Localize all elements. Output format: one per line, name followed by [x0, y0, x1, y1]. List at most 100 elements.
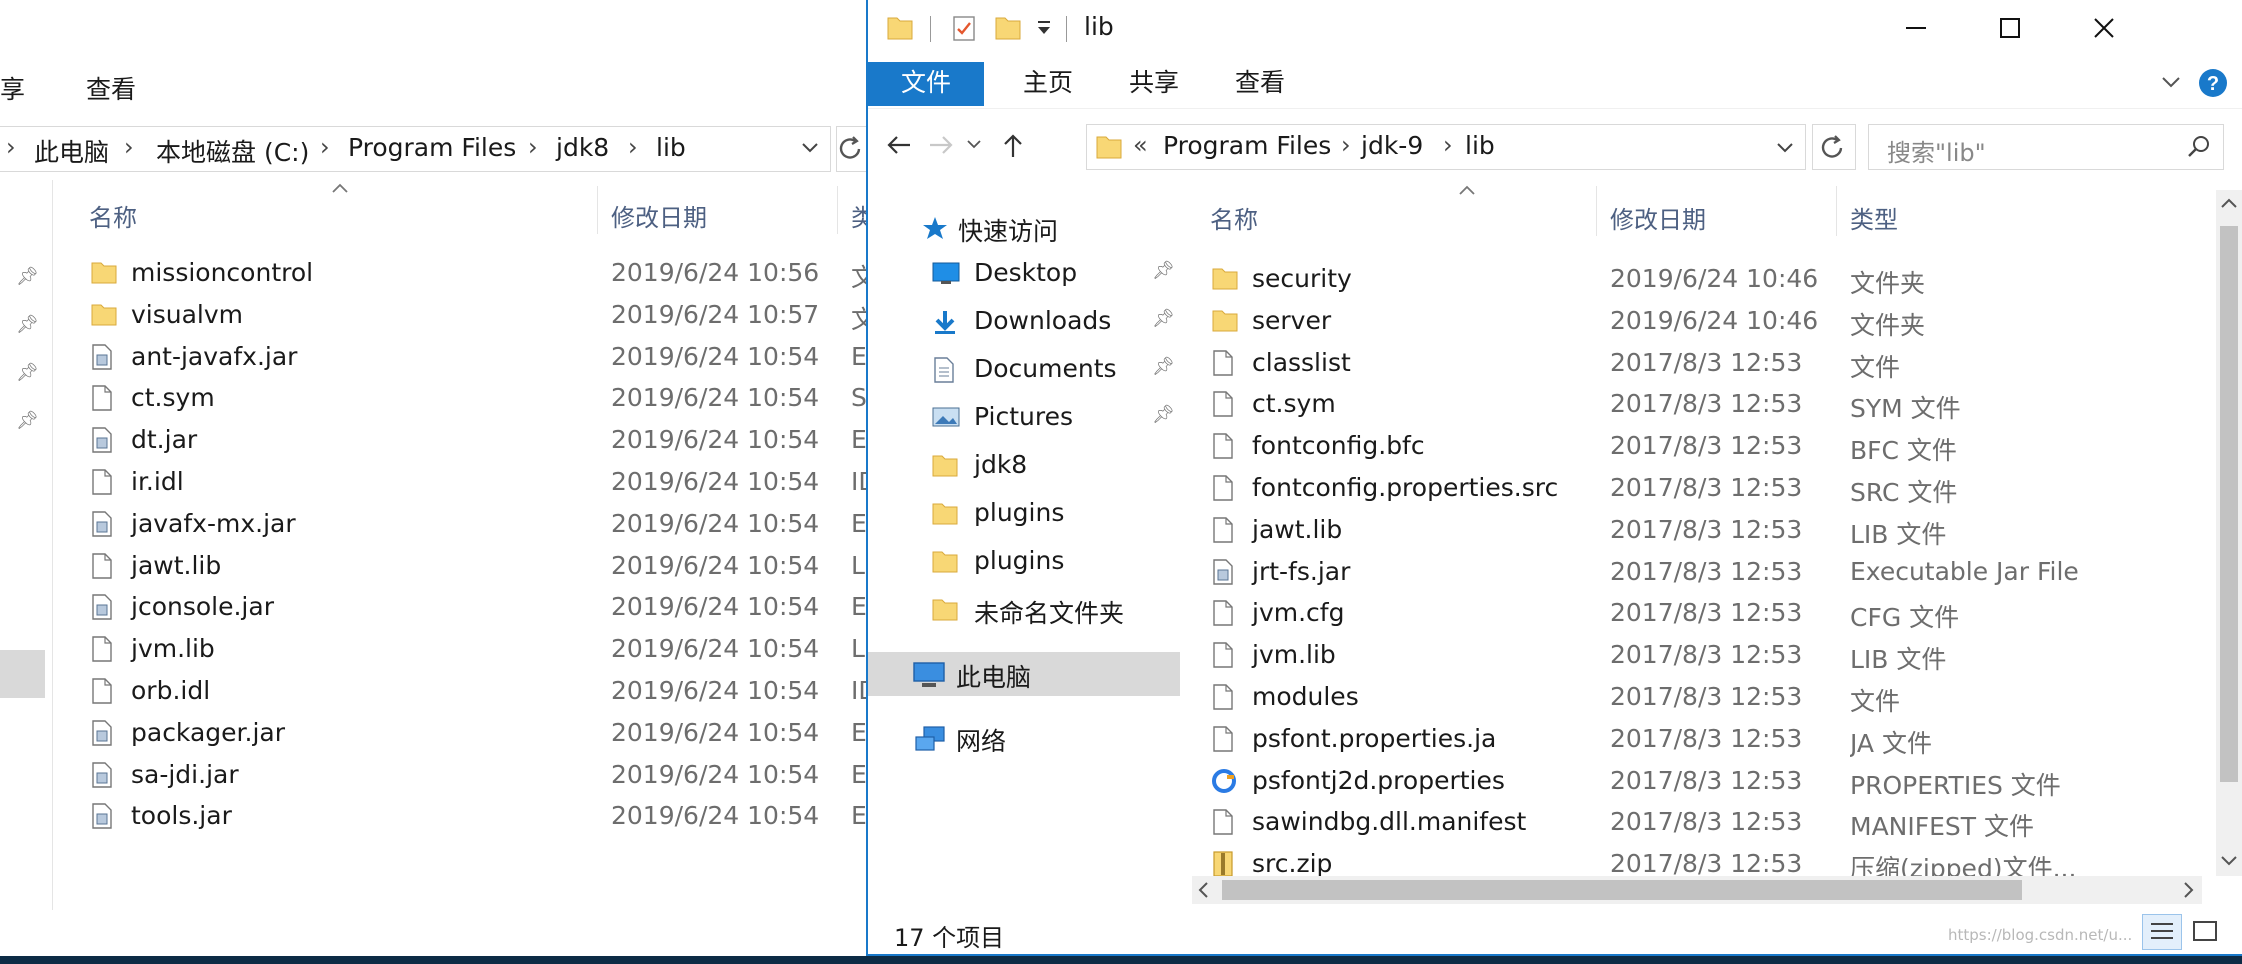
breadcrumb-item[interactable]: Program Files [348, 133, 516, 162]
breadcrumb-item[interactable]: lib [1465, 131, 1495, 160]
nav-selected-item[interactable] [0, 650, 45, 698]
scroll-thumb[interactable] [2220, 226, 2238, 782]
expand-ribbon-icon[interactable] [2160, 74, 2182, 90]
search-input[interactable]: 搜索"lib" [1868, 124, 2224, 170]
column-header-type[interactable]: 类型 [1850, 200, 1898, 235]
file-row[interactable]: security 2019/6/24 10:46 文件夹 [1188, 258, 2198, 300]
file-row[interactable]: jawt.lib 2017/8/3 12:53 LIB 文件 [1188, 509, 2198, 551]
file-row[interactable]: jvm.lib 2019/6/24 10:54 L [53, 628, 869, 670]
search-icon[interactable] [2187, 135, 2211, 159]
tab-home[interactable]: 主页 [1008, 62, 1088, 106]
up-button[interactable] [998, 130, 1028, 160]
back-button[interactable] [884, 130, 914, 160]
file-row[interactable]: ct.sym 2017/8/3 12:53 SYM 文件 [1188, 383, 2198, 425]
column-header-name[interactable]: 名称 [1210, 200, 1258, 235]
file-row[interactable]: jconsole.jar 2019/6/24 10:54 E [53, 586, 869, 628]
file-row[interactable]: missioncontrol 2019/6/24 10:56 文 [53, 252, 876, 294]
nav-item[interactable]: plugins [868, 492, 1188, 536]
column-divider[interactable] [1836, 186, 1837, 236]
tab-share[interactable]: 享 [0, 70, 25, 106]
pin-icon[interactable]: 📌︎ [1152, 356, 1175, 377]
new-folder-icon[interactable] [994, 14, 1022, 42]
refresh-button[interactable] [1812, 124, 1856, 170]
tab-view[interactable]: 查看 [1220, 62, 1300, 106]
tab-file[interactable]: 文件 [868, 62, 984, 106]
file-row[interactable]: packager.jar 2019/6/24 10:54 E [53, 712, 869, 754]
vertical-scrollbar[interactable] [2216, 190, 2242, 876]
scroll-left-arrow-icon[interactable] [1196, 881, 1210, 899]
file-row[interactable]: jawt.lib 2019/6/24 10:54 L [53, 545, 869, 587]
breadcrumb-item[interactable]: 此电脑 [34, 133, 109, 169]
nav-item[interactable]: jdk8 [868, 444, 1188, 488]
breadcrumb-item[interactable]: 本地磁盘 (C:) [156, 133, 309, 169]
maximize-button[interactable] [1962, 0, 2058, 56]
scroll-thumb[interactable] [1222, 880, 2022, 900]
address-bar[interactable]: « Program Files › jdk-9 › lib [1086, 124, 1806, 170]
column-header-name[interactable]: 名称 [89, 198, 137, 233]
pin-icon[interactable]: 📌︎ [1152, 260, 1175, 281]
nav-quick-access[interactable]: 快速访问 [868, 206, 1188, 250]
folder-icon[interactable] [886, 14, 914, 42]
scroll-down-arrow-icon[interactable] [2220, 854, 2238, 868]
file-row[interactable]: fontconfig.bfc 2017/8/3 12:53 BFC 文件 [1188, 425, 2198, 467]
breadcrumb-overflow[interactable]: « [1133, 131, 1148, 159]
file-row[interactable]: tools.jar 2019/6/24 10:54 E [53, 795, 869, 837]
details-view-button[interactable] [2142, 914, 2182, 950]
help-icon[interactable]: ? [2198, 68, 2228, 98]
nav-network[interactable]: 网络 [868, 716, 1188, 760]
file-row[interactable]: fontconfig.properties.src 2017/8/3 12:53 S… [1188, 467, 2198, 509]
tab-share[interactable]: 共享 [1114, 62, 1194, 106]
address-bar[interactable]: › 此电脑 › 本地磁盘 (C:) › Program Files › jdk8… [0, 126, 831, 172]
nav-item[interactable]: 未命名文件夹 [868, 588, 1188, 632]
tab-view[interactable]: 查看 [86, 70, 136, 106]
column-divider[interactable] [1596, 186, 1597, 236]
file-row[interactable]: jvm.lib 2017/8/3 12:53 LIB 文件 [1188, 634, 2198, 676]
chevron-down-icon[interactable] [800, 137, 820, 157]
file-row[interactable]: server 2019/6/24 10:46 文件夹 [1188, 300, 2198, 342]
breadcrumb-item[interactable]: Program Files [1163, 131, 1331, 160]
minimize-button[interactable] [1868, 0, 1964, 56]
file-row[interactable]: ct.sym 2019/6/24 10:54 S [53, 377, 869, 419]
nav-item[interactable]: Desktop 📌︎ [868, 252, 1188, 296]
chevron-down-icon[interactable] [1775, 137, 1795, 157]
file-row[interactable]: psfont.properties.ja 2017/8/3 12:53 JA 文件 [1188, 718, 2198, 760]
nav-item[interactable]: Documents 📌︎ [868, 348, 1188, 392]
refresh-button[interactable] [836, 126, 869, 172]
nav-item[interactable]: Pictures 📌︎ [868, 396, 1188, 440]
nav-item[interactable]: plugins [868, 540, 1188, 584]
breadcrumb-item[interactable]: jdk-9 [1361, 131, 1423, 160]
file-row[interactable]: javafx-mx.jar 2019/6/24 10:54 E [53, 503, 869, 545]
file-row[interactable]: ir.idl 2019/6/24 10:54 ID [53, 461, 878, 503]
column-header-date[interactable]: 修改日期 [611, 198, 707, 233]
breadcrumb-item[interactable]: jdk8 [556, 133, 609, 162]
file-row[interactable]: modules 2017/8/3 12:53 文件 [1188, 676, 2198, 718]
file-row[interactable]: psfontj2d.properties 2017/8/3 12:53 PROPER… [1188, 760, 2198, 802]
horizontal-scrollbar[interactable] [1192, 876, 2202, 904]
file-row[interactable]: sa-jdi.jar 2019/6/24 10:54 E [53, 754, 869, 796]
large-icons-view-button[interactable] [2186, 914, 2226, 950]
file-row[interactable]: dt.jar 2019/6/24 10:54 E [53, 419, 869, 461]
column-divider[interactable] [597, 186, 598, 234]
file-row[interactable]: ant-javafx.jar 2019/6/24 10:54 E [53, 336, 869, 378]
nav-this-pc[interactable]: 此电脑 [868, 652, 1180, 696]
pin-icon[interactable]: 📌︎ [1152, 404, 1175, 425]
file-row[interactable]: visualvm 2019/6/24 10:57 文 [53, 294, 876, 336]
file-row[interactable]: orb.idl 2019/6/24 10:54 ID [53, 670, 878, 712]
column-divider[interactable] [837, 186, 838, 234]
title-bar[interactable]: lib [868, 0, 2242, 58]
file-row[interactable]: sawindbg.dll.manifest 2017/8/3 12:53 MANIF… [1188, 801, 2198, 843]
forward-button[interactable] [926, 130, 956, 160]
breadcrumb-item[interactable]: lib [656, 133, 686, 162]
file-row[interactable]: classlist 2017/8/3 12:53 文件 [1188, 342, 2198, 384]
file-row[interactable]: jvm.cfg 2017/8/3 12:53 CFG 文件 [1188, 592, 2198, 634]
scroll-up-arrow-icon[interactable] [2220, 196, 2238, 210]
file-row[interactable]: jrt-fs.jar 2017/8/3 12:53 Executable Jar F… [1188, 551, 2198, 593]
scroll-right-arrow-icon[interactable] [2182, 881, 2196, 899]
column-header-date[interactable]: 修改日期 [1610, 200, 1706, 235]
pin-icon[interactable]: 📌︎ [1152, 308, 1175, 329]
recent-locations-button[interactable] [966, 138, 982, 150]
nav-item[interactable]: Downloads 📌︎ [868, 300, 1188, 344]
customize-toolbar-icon[interactable] [1036, 18, 1054, 38]
close-button[interactable] [2056, 0, 2152, 56]
properties-icon[interactable] [950, 14, 978, 42]
